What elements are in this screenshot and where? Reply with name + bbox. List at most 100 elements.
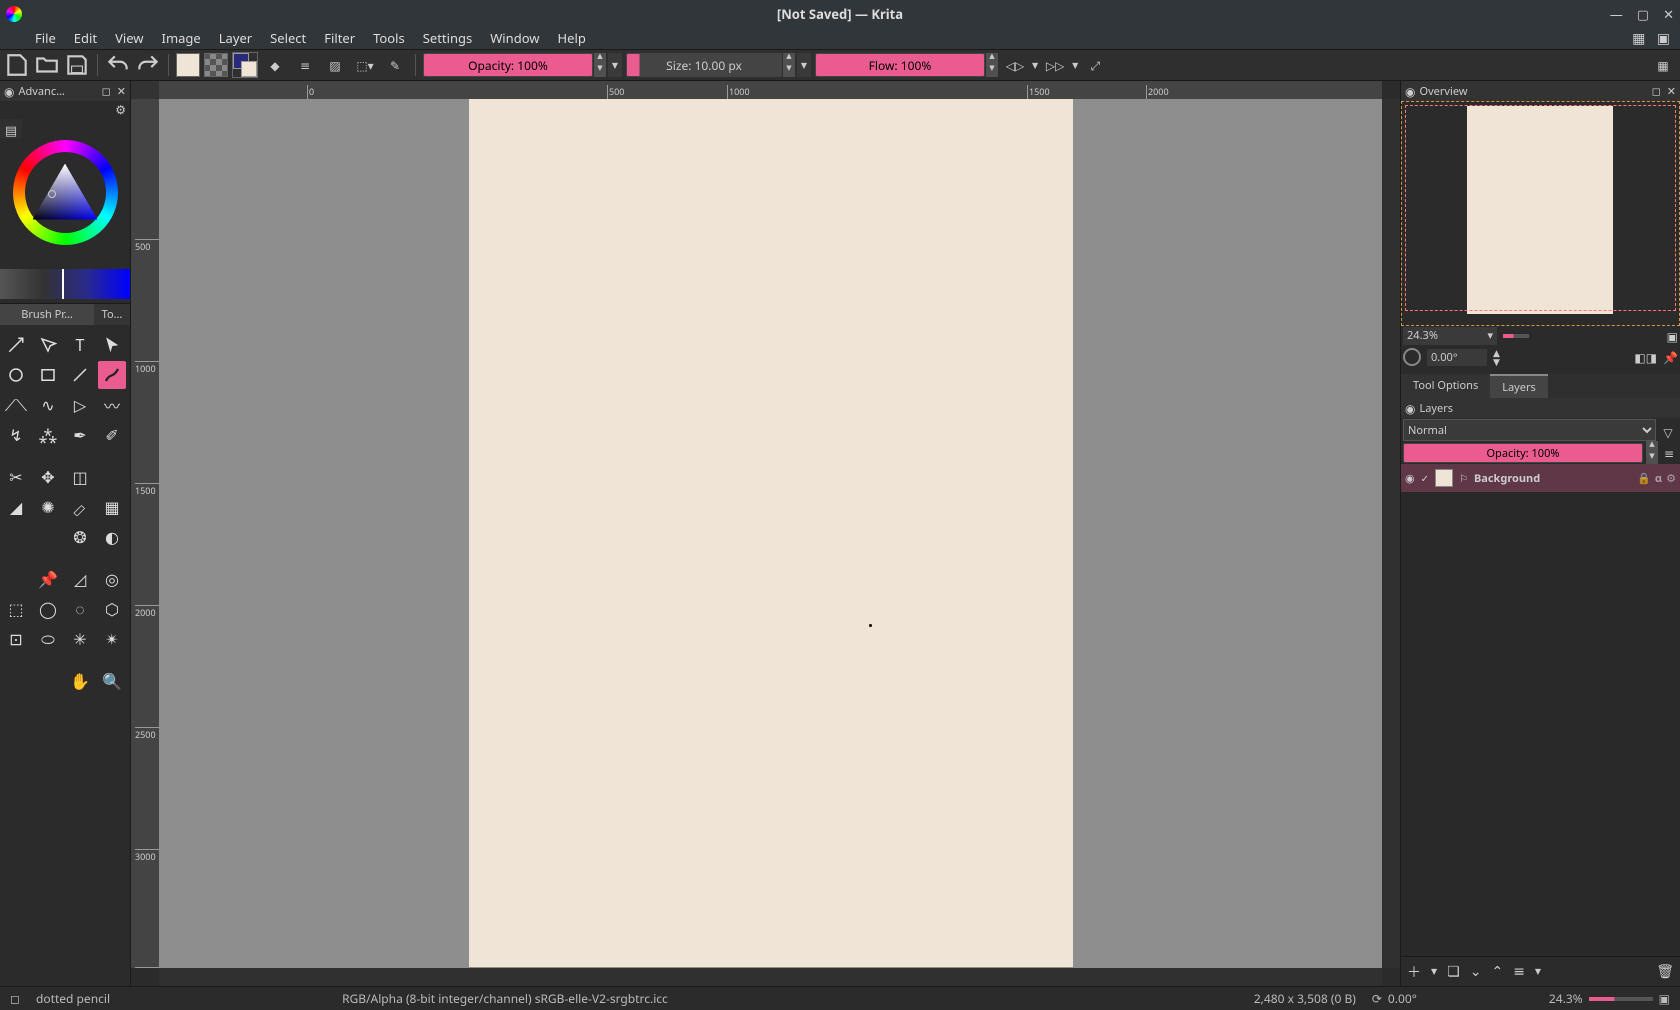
tab-brush-presets[interactable]: Brush Pr… bbox=[0, 304, 94, 325]
rotation-dial[interactable] bbox=[1403, 348, 1421, 366]
tool-multibrush[interactable]: ⁂ bbox=[34, 421, 62, 449]
save-file-icon[interactable] bbox=[64, 52, 90, 78]
tool-pan[interactable]: ✋ bbox=[66, 667, 94, 695]
layer-alpha-icon[interactable]: α bbox=[1655, 471, 1662, 486]
tool-select-contig[interactable]: ⊡ bbox=[2, 625, 30, 653]
tool-smartpatch[interactable]: ❂ bbox=[66, 523, 94, 551]
tool-zoom[interactable]: 🔍 bbox=[98, 667, 126, 695]
scrollbar-vertical[interactable] bbox=[1382, 99, 1400, 968]
tool-transform[interactable] bbox=[2, 331, 30, 359]
rotation-spinner[interactable]: ▲▼ bbox=[1493, 348, 1500, 366]
fit-page-icon[interactable]: ▣ bbox=[1667, 328, 1678, 345]
move-layer-down-button[interactable]: ⌄ bbox=[1470, 962, 1482, 981]
tool-pointer[interactable] bbox=[98, 331, 126, 359]
pin-icon[interactable]: 📌 bbox=[1663, 349, 1678, 366]
color-wheel[interactable] bbox=[13, 140, 118, 245]
eraser-mode-icon[interactable]: ◆ bbox=[262, 52, 288, 78]
document-canvas[interactable] bbox=[469, 99, 1073, 967]
tool-polygon[interactable]: ▷ bbox=[66, 391, 94, 419]
tool-select-ellipse[interactable]: ◯ bbox=[34, 595, 62, 623]
overview-zoom-input[interactable]: 24.3%▾ bbox=[1403, 327, 1497, 345]
size-slider[interactable]: Size: 10.00 px bbox=[626, 53, 782, 77]
tool-freehand-path[interactable]: 〰 bbox=[98, 391, 126, 419]
eye-icon[interactable]: ◉ bbox=[1405, 400, 1415, 417]
brush-settings-icon[interactable]: ✎ bbox=[382, 52, 408, 78]
float-panel-icon[interactable]: ◻ bbox=[102, 84, 111, 99]
tool-measure[interactable]: ◿ bbox=[66, 565, 94, 593]
overview-navigator[interactable] bbox=[1401, 101, 1680, 326]
tool-assistants[interactable]: ◎ bbox=[98, 565, 126, 593]
tool-select-outline[interactable]: ◌ bbox=[66, 595, 94, 623]
menu-filter[interactable]: Filter bbox=[315, 27, 364, 49]
tool-colorsampler[interactable] bbox=[66, 493, 94, 521]
tool-move[interactable] bbox=[34, 331, 62, 359]
menu-layer[interactable]: Layer bbox=[210, 27, 261, 49]
layer-visible-icon[interactable]: ◉ bbox=[1405, 471, 1415, 486]
add-layer-button[interactable]: ＋ bbox=[1407, 962, 1421, 982]
mirror-h-dd[interactable]: ▼ bbox=[1032, 60, 1038, 71]
close-panel-icon[interactable]: ✕ bbox=[117, 84, 126, 99]
menu-view[interactable]: View bbox=[106, 27, 152, 49]
minimize-button[interactable]: — bbox=[1610, 5, 1623, 23]
foreground-swatch[interactable] bbox=[176, 53, 200, 77]
tool-ellipse[interactable] bbox=[2, 361, 30, 389]
status-color-profile[interactable]: RGB/Alpha (8-bit integer/channel) sRGB-e… bbox=[342, 990, 668, 1007]
tool-reference[interactable]: 📌 bbox=[34, 565, 62, 593]
mirror-view-icon[interactable]: ◧◨ bbox=[1634, 349, 1657, 366]
preserve-alpha-icon[interactable]: ▨ bbox=[322, 52, 348, 78]
choose-workspace-icon[interactable]: ▦ bbox=[1650, 52, 1676, 78]
detach-canvas-icon[interactable]: ▣ bbox=[1653, 29, 1674, 48]
menu-image[interactable]: Image bbox=[153, 27, 210, 49]
tab-layers[interactable]: Layers bbox=[1490, 374, 1548, 398]
overview-zoom-slider[interactable] bbox=[1503, 334, 1529, 338]
eye-icon[interactable]: ◉ bbox=[1405, 83, 1415, 100]
tool-calligraphy[interactable]: ✒ bbox=[66, 421, 94, 449]
size-spinner[interactable]: ▲▼ bbox=[783, 53, 795, 77]
new-file-icon[interactable] bbox=[4, 52, 30, 78]
layer-properties-dd[interactable]: ▼ bbox=[1535, 966, 1541, 977]
layer-check-icon[interactable]: ✓ bbox=[1421, 471, 1429, 485]
layer-name[interactable]: Background bbox=[1474, 471, 1540, 486]
opacity-slider[interactable]: Opacity: 100% bbox=[423, 53, 593, 77]
menu-edit[interactable]: Edit bbox=[65, 27, 106, 49]
rotation-input[interactable]: 0.00° bbox=[1427, 349, 1487, 366]
flow-slider[interactable]: Flow: 100% bbox=[815, 53, 985, 77]
settings-gear-icon[interactable]: ⚙ bbox=[115, 101, 126, 119]
tool-select-path[interactable]: ⬭ bbox=[34, 625, 62, 653]
tool-line[interactable] bbox=[66, 361, 94, 389]
redo-icon[interactable] bbox=[135, 52, 161, 78]
layer-item[interactable]: ◉ ✓ ⚐ Background 🔒 α ⚙ bbox=[1401, 464, 1680, 492]
brush-preset-icon[interactable]: ⬚▾ bbox=[352, 52, 378, 78]
tool-gradient[interactable]: ▦ bbox=[98, 493, 126, 521]
status-zoom-slider[interactable] bbox=[1589, 997, 1653, 1001]
tool-select-polygon[interactable]: ⬡ bbox=[98, 595, 126, 623]
tool-text[interactable]: T bbox=[66, 331, 94, 359]
tool-fill[interactable]: ◢ bbox=[2, 493, 30, 521]
flow-spinner[interactable]: ▲▼ bbox=[986, 53, 998, 77]
close-button[interactable]: ✕ bbox=[1663, 5, 1674, 23]
tool-pencil[interactable]: ✐ bbox=[98, 421, 126, 449]
scrollbar-horizontal[interactable] bbox=[159, 968, 1382, 986]
tool-lazybrush[interactable]: ◐ bbox=[98, 523, 126, 551]
fg-bg-swap[interactable] bbox=[232, 52, 258, 78]
tool-select-magnetic[interactable]: ✴ bbox=[98, 625, 126, 653]
tab-tool-options[interactable]: Tool Options bbox=[1401, 374, 1490, 398]
viewport[interactable] bbox=[159, 99, 1382, 968]
color-history-bar[interactable] bbox=[0, 269, 130, 299]
status-angle-value[interactable]: 0.00° bbox=[1388, 990, 1417, 1007]
menu-window[interactable]: Window bbox=[481, 27, 548, 49]
menu-select[interactable]: Select bbox=[261, 27, 315, 49]
menu-file[interactable]: File bbox=[26, 27, 65, 49]
delete-layer-button[interactable]: 🗑 bbox=[1656, 962, 1674, 981]
undo-icon[interactable] bbox=[105, 52, 131, 78]
tool-polyline[interactable]: ⟋⟍ bbox=[2, 391, 30, 419]
layer-lock-icon[interactable]: 🔒 bbox=[1637, 471, 1651, 486]
layer-properties-button[interactable]: ≡ bbox=[1513, 962, 1525, 981]
status-zoom-value[interactable]: 24.3% bbox=[1549, 990, 1583, 1007]
tool-bezier[interactable]: ∿ bbox=[34, 391, 62, 419]
size-dropdown[interactable]: ▼ bbox=[797, 53, 811, 77]
status-selection-icon[interactable]: ◻ bbox=[10, 990, 20, 1007]
tool-move-layer[interactable]: ✥ bbox=[34, 463, 62, 491]
quickbar-icon[interactable]: ▤ bbox=[5, 121, 17, 139]
wrap-mode-icon[interactable]: ⤢ bbox=[1082, 52, 1108, 78]
